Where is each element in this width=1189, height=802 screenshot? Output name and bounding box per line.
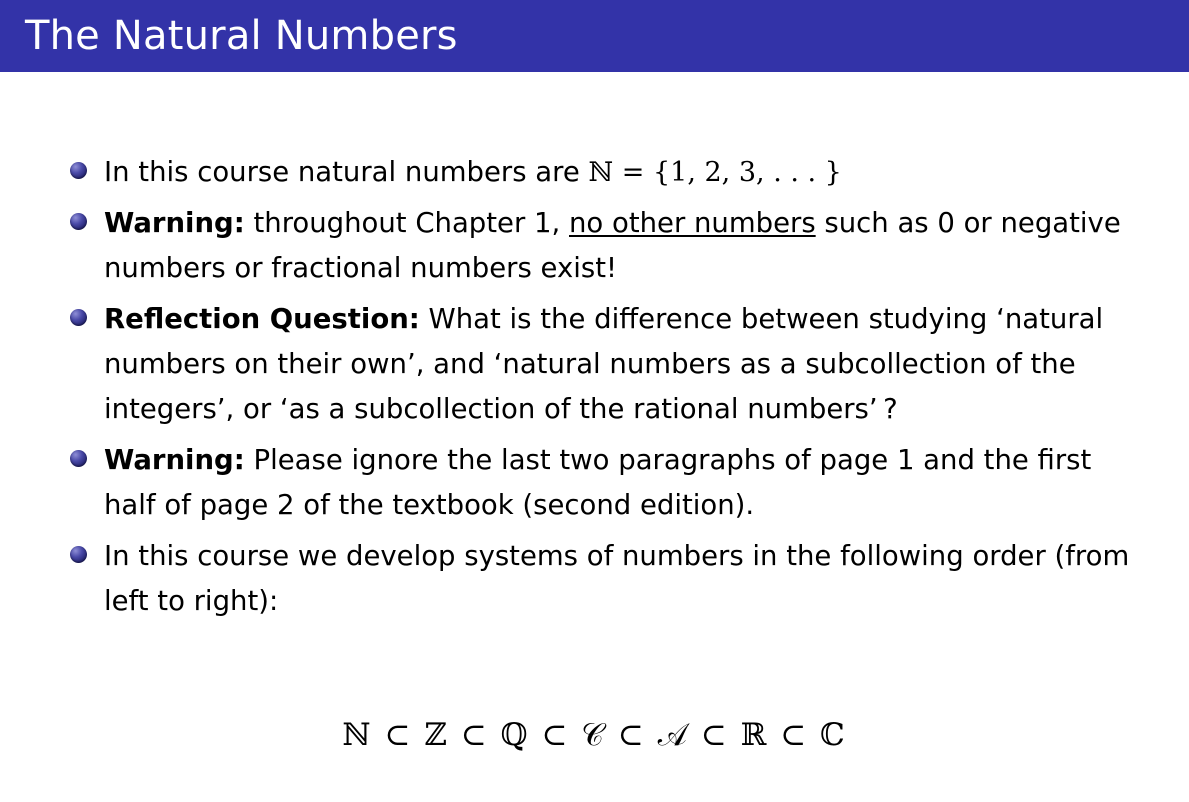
- bullet-natural-numbers-definition: In this course natural numbers are ℕ = {…: [68, 150, 1146, 195]
- bullet-warning-ignore-paragraphs: Warning: Please ignore the last two para…: [68, 438, 1146, 528]
- slide-body: In this course natural numbers are ℕ = {…: [0, 72, 1189, 802]
- bullet-systems-order: In this course we develop systems of num…: [68, 534, 1146, 624]
- emphasis-underlined-text: no other numbers: [569, 207, 816, 239]
- bullet-dot-icon: [70, 213, 87, 230]
- bullet-text: Please ignore the last two paragraphs of…: [104, 444, 1092, 521]
- bullet-text: In this course we develop systems of num…: [104, 540, 1130, 617]
- slide: The Natural Numbers In this course natur…: [0, 0, 1189, 802]
- bullet-list: In this course natural numbers are ℕ = {…: [68, 150, 1146, 630]
- bullet-dot-icon: [70, 546, 87, 563]
- bullet-text: In this course natural numbers are: [104, 156, 589, 188]
- bullet-dot-icon: [70, 309, 87, 326]
- math-natural-numbers-set: ℕ = {1, 2, 3, . . . }: [588, 157, 842, 188]
- bullet-dot-icon: [70, 450, 87, 467]
- bullet-reflection-question: Reflection Question: What is the differe…: [68, 297, 1146, 432]
- bullet-warning-no-other-numbers: Warning: throughout Chapter 1, no other …: [68, 201, 1146, 291]
- bullet-lead-label: Warning:: [104, 207, 245, 239]
- slide-title-bar: The Natural Numbers: [0, 0, 1189, 72]
- bullet-lead-label: Reflection Question:: [104, 303, 420, 335]
- bullet-text-before: throughout Chapter 1,: [244, 207, 569, 239]
- page-title: The Natural Numbers: [25, 13, 458, 59]
- number-systems-chain-formula: ℕ ⊂ ℤ ⊂ ℚ ⊂ 𝒞 ⊂ 𝒜 ⊂ ℝ ⊂ ℂ: [342, 717, 847, 753]
- bullet-lead-label: Warning:: [104, 444, 245, 476]
- bullet-dot-icon: [70, 162, 87, 179]
